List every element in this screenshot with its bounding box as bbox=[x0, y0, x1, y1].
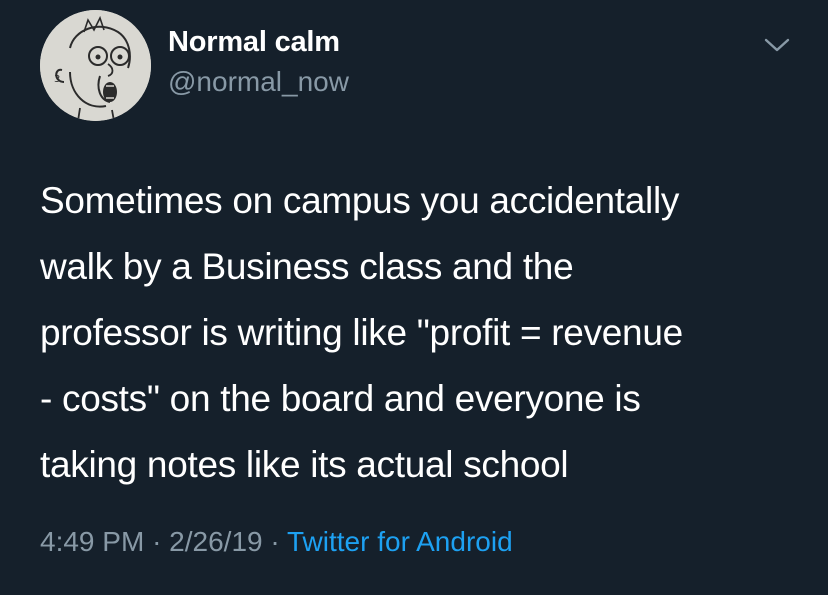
meta-separator: · bbox=[270, 526, 280, 557]
tweet-menu-button[interactable] bbox=[762, 34, 792, 56]
tweet-text: Sometimes on campus you accidentally wal… bbox=[40, 168, 800, 498]
meta-separator: · bbox=[152, 526, 162, 557]
tweet-meta: 4:49 PM · 2/26/19 · Twitter for Android bbox=[40, 526, 513, 558]
avatar[interactable]: 3 bbox=[40, 10, 151, 121]
author-handle[interactable]: @normal_now bbox=[168, 66, 349, 98]
tweet-line: walk by a Business class and the bbox=[40, 246, 574, 287]
tweet-date[interactable]: 2/26/19 bbox=[169, 526, 262, 557]
author-display-name[interactable]: Normal calm bbox=[168, 26, 340, 59]
cartoon-face-avatar-icon: 3 bbox=[40, 10, 151, 121]
tweet-line: Sometimes on campus you accidentally bbox=[40, 180, 680, 221]
tweet-time[interactable]: 4:49 PM bbox=[40, 526, 144, 557]
svg-text:3: 3 bbox=[54, 74, 60, 85]
chevron-down-icon bbox=[764, 38, 790, 52]
tweet-line: - costs" on the board and everyone is bbox=[40, 378, 641, 419]
tweet-line: taking notes like its actual school bbox=[40, 444, 569, 485]
tweet-line: professor is writing like "profit = reve… bbox=[40, 312, 683, 353]
tweet-source-link[interactable]: Twitter for Android bbox=[287, 526, 513, 557]
